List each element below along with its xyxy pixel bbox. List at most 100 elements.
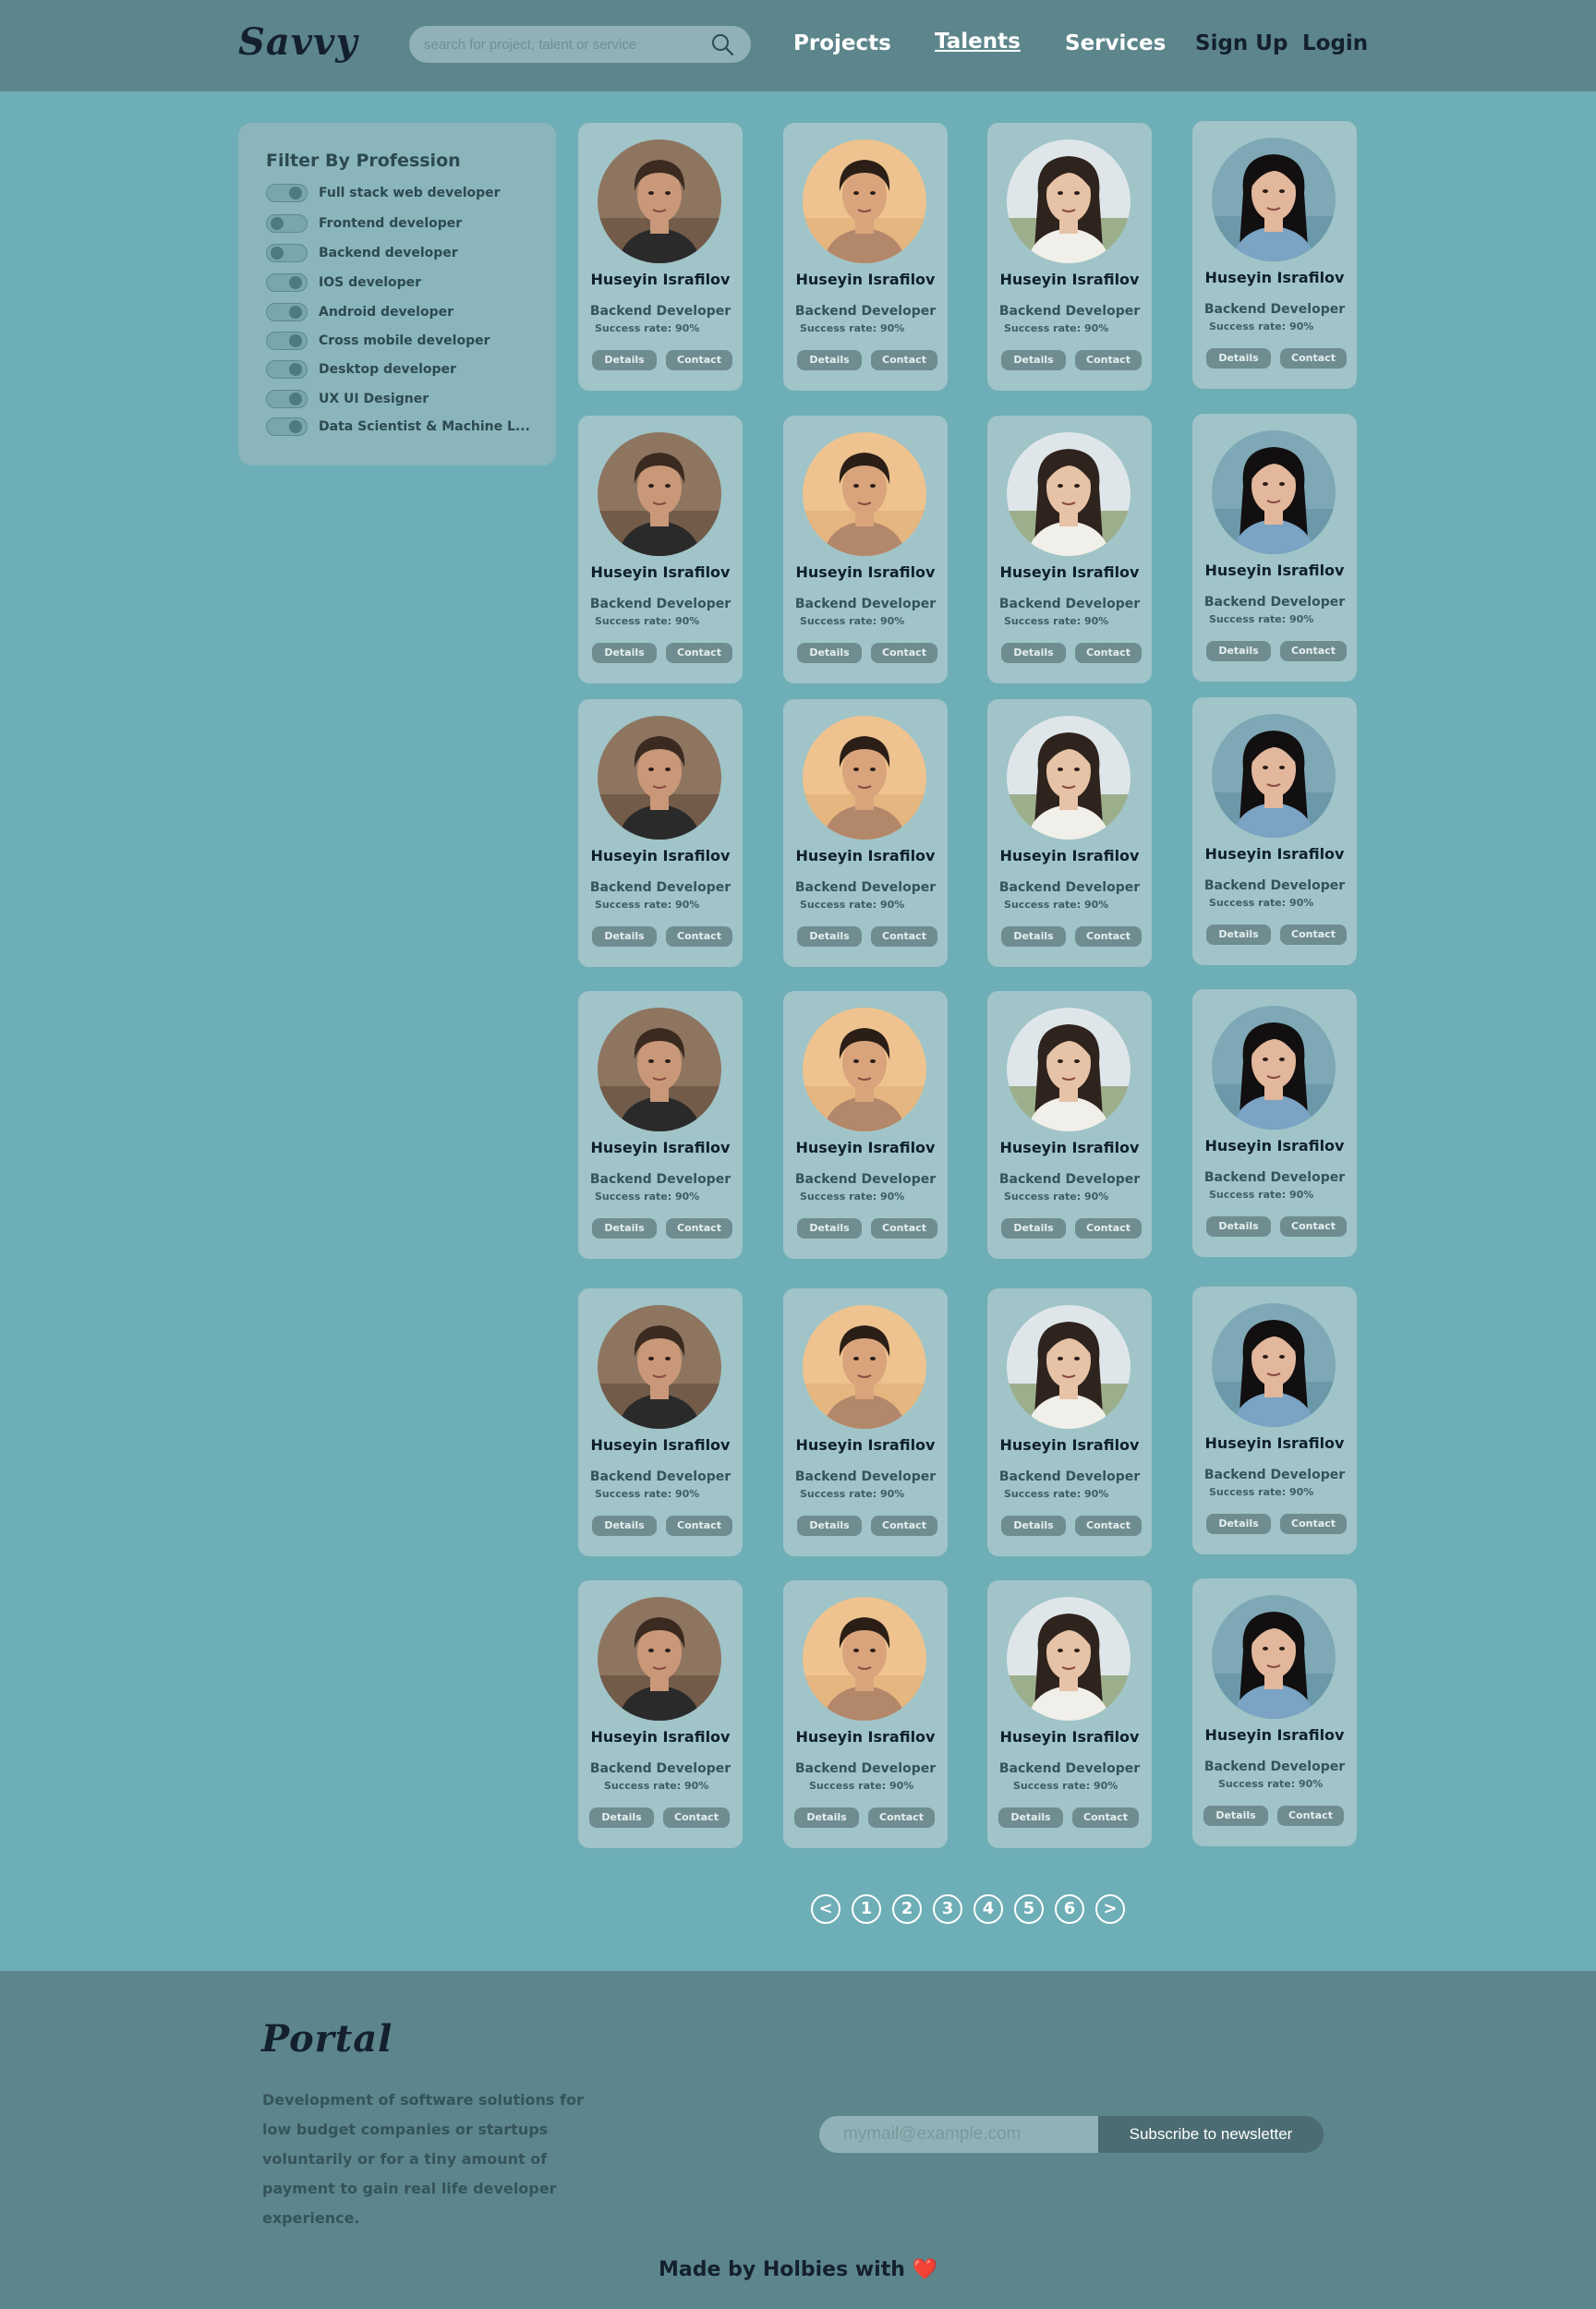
filter-ios[interactable]: IOS developer (266, 272, 421, 293)
next-page-button[interactable]: > (1095, 1894, 1125, 1924)
contact-button[interactable]: Contact (666, 1516, 732, 1536)
contact-button[interactable]: Contact (871, 643, 937, 663)
page-2-button[interactable]: 2 (892, 1894, 922, 1924)
contact-button[interactable]: Contact (1280, 641, 1347, 661)
details-button[interactable]: Details (1001, 643, 1066, 663)
details-button[interactable]: Details (1206, 348, 1271, 369)
details-button[interactable]: Details (998, 1807, 1063, 1828)
page-1-button[interactable]: 1 (852, 1894, 881, 1924)
details-button[interactable]: Details (592, 1516, 657, 1536)
toggle-switch[interactable] (266, 360, 308, 379)
filter-desktop[interactable]: Desktop developer (266, 359, 456, 380)
prev-page-button[interactable]: < (811, 1894, 840, 1924)
talent-card[interactable]: Huseyin Israfilov Backend Developer Succes… (578, 991, 743, 1259)
talent-card[interactable]: Huseyin Israfilov Backend Developer Succes… (987, 416, 1152, 683)
nav-talents[interactable]: Talents (935, 30, 1021, 54)
contact-button[interactable]: Contact (663, 1807, 730, 1828)
contact-button[interactable]: Contact (1280, 348, 1347, 369)
toggle-switch[interactable] (266, 273, 308, 292)
talent-card[interactable]: Huseyin Israfilov Backend Developer Succes… (783, 1580, 948, 1848)
details-button[interactable]: Details (794, 1807, 859, 1828)
details-button[interactable]: Details (797, 1516, 862, 1536)
talent-card[interactable]: Huseyin Israfilov Backend Developer Succes… (578, 1288, 743, 1556)
details-button[interactable]: Details (1001, 1516, 1066, 1536)
details-button[interactable]: Details (1203, 1806, 1268, 1826)
filter-backend[interactable]: Backend developer (266, 243, 458, 263)
talent-card[interactable]: Huseyin Israfilov Backend Developer Succes… (1192, 697, 1357, 965)
talent-card[interactable]: Huseyin Israfilov Backend Developer Succes… (783, 123, 948, 391)
details-button[interactable]: Details (1206, 1216, 1271, 1237)
talent-card[interactable]: Huseyin Israfilov Backend Developer Succes… (987, 123, 1152, 391)
contact-button[interactable]: Contact (868, 1807, 935, 1828)
details-button[interactable]: Details (592, 350, 657, 370)
toggle-switch[interactable] (266, 417, 308, 436)
contact-button[interactable]: Contact (1075, 926, 1142, 947)
details-button[interactable]: Details (1001, 1218, 1066, 1239)
search-icon[interactable] (710, 32, 734, 56)
talent-card[interactable]: Huseyin Israfilov Backend Developer Succes… (987, 1580, 1152, 1848)
toggle-switch[interactable] (266, 390, 308, 408)
talent-card[interactable]: Huseyin Israfilov Backend Developer Succes… (987, 699, 1152, 967)
subscribe-button[interactable]: Subscribe to newsletter (1098, 2116, 1324, 2153)
talent-card[interactable]: Huseyin Israfilov Backend Developer Succes… (578, 123, 743, 391)
details-button[interactable]: Details (1206, 1514, 1271, 1534)
filter-frontend[interactable]: Frontend developer (266, 213, 462, 234)
toggle-switch[interactable] (266, 303, 308, 321)
talent-card[interactable]: Huseyin Israfilov Backend Developer Succes… (1192, 1287, 1357, 1554)
filter-full-stack[interactable]: Full stack web developer (266, 183, 501, 203)
talent-card[interactable]: Huseyin Israfilov Backend Developer Succes… (1192, 121, 1357, 389)
filter-ux-ui[interactable]: UX UI Designer (266, 389, 429, 409)
details-button[interactable]: Details (592, 1218, 657, 1239)
search-input[interactable] (424, 26, 701, 63)
contact-button[interactable]: Contact (1075, 1218, 1142, 1239)
toggle-switch[interactable] (266, 332, 308, 350)
details-button[interactable]: Details (797, 926, 862, 947)
details-button[interactable]: Details (797, 350, 862, 370)
talent-card[interactable]: Huseyin Israfilov Backend Developer Succes… (1192, 1578, 1357, 1846)
contact-button[interactable]: Contact (666, 350, 732, 370)
talent-card[interactable]: Huseyin Israfilov Backend Developer Succes… (783, 991, 948, 1259)
contact-button[interactable]: Contact (1280, 1514, 1347, 1534)
details-button[interactable]: Details (589, 1807, 654, 1828)
page-3-button[interactable]: 3 (933, 1894, 962, 1924)
contact-button[interactable]: Contact (1280, 1216, 1347, 1237)
brand-logo[interactable]: Savvy (238, 20, 358, 64)
talent-card[interactable]: Huseyin Israfilov Backend Developer Succes… (783, 416, 948, 683)
talent-card[interactable]: Huseyin Israfilov Backend Developer Succes… (578, 699, 743, 967)
nav-sign-up[interactable]: Sign Up (1195, 31, 1288, 55)
page-4-button[interactable]: 4 (973, 1894, 1003, 1924)
contact-button[interactable]: Contact (666, 926, 732, 947)
details-button[interactable]: Details (797, 1218, 862, 1239)
footer-logo[interactable]: Portal (261, 2017, 393, 2061)
details-button[interactable]: Details (1206, 641, 1271, 661)
contact-button[interactable]: Contact (871, 350, 937, 370)
contact-button[interactable]: Contact (871, 926, 937, 947)
details-button[interactable]: Details (797, 643, 862, 663)
contact-button[interactable]: Contact (1075, 350, 1142, 370)
contact-button[interactable]: Contact (871, 1218, 937, 1239)
contact-button[interactable]: Contact (1075, 643, 1142, 663)
page-6-button[interactable]: 6 (1055, 1894, 1084, 1924)
talent-card[interactable]: Huseyin Israfilov Backend Developer Succes… (1192, 414, 1357, 682)
filter-android[interactable]: Android developer (266, 302, 453, 322)
page-5-button[interactable]: 5 (1014, 1894, 1044, 1924)
contact-button[interactable]: Contact (1280, 925, 1347, 945)
nav-projects[interactable]: Projects (793, 31, 891, 55)
talent-card[interactable]: Huseyin Israfilov Backend Developer Succes… (1192, 989, 1357, 1257)
details-button[interactable]: Details (1206, 925, 1271, 945)
details-button[interactable]: Details (592, 643, 657, 663)
contact-button[interactable]: Contact (666, 643, 732, 663)
newsletter-email-input[interactable] (819, 2116, 1115, 2153)
toggle-switch[interactable] (266, 244, 308, 262)
toggle-switch[interactable] (266, 214, 308, 233)
details-button[interactable]: Details (592, 926, 657, 947)
filter-cross-mobile[interactable]: Cross mobile developer (266, 331, 490, 351)
filter-data-science[interactable]: Data Scientist & Machine L... (266, 417, 530, 437)
contact-button[interactable]: Contact (1075, 1516, 1142, 1536)
toggle-switch[interactable] (266, 184, 308, 202)
talent-card[interactable]: Huseyin Israfilov Backend Developer Succes… (987, 1288, 1152, 1556)
contact-button[interactable]: Contact (1072, 1807, 1139, 1828)
contact-button[interactable]: Contact (1277, 1806, 1344, 1826)
nav-services[interactable]: Services (1065, 31, 1166, 55)
contact-button[interactable]: Contact (871, 1516, 937, 1536)
